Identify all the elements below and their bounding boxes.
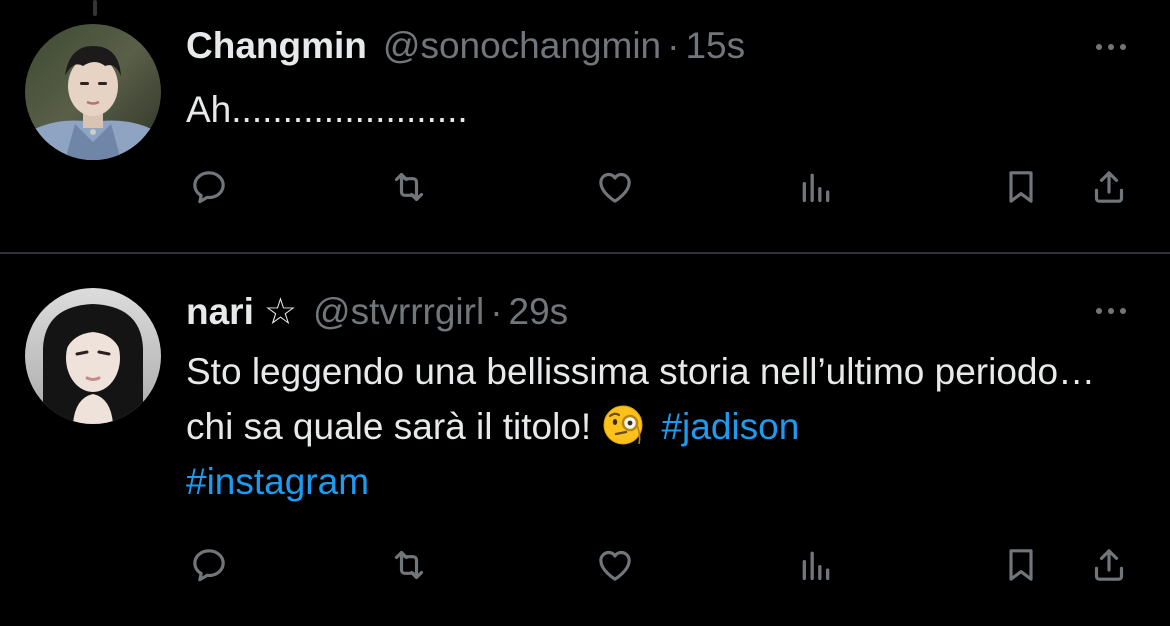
like-button[interactable] <box>590 163 640 211</box>
tweet-actions <box>184 541 1144 589</box>
tweet[interactable]: nari ☆ @stvrrrgirl · 29s Sto leggendo un… <box>0 254 1170 626</box>
separator-dot: · <box>667 25 680 66</box>
reply-button[interactable] <box>184 541 234 589</box>
retweet-button[interactable] <box>384 541 434 589</box>
reply-button[interactable] <box>184 163 234 211</box>
views-icon <box>802 173 830 202</box>
timestamp[interactable]: 15s <box>685 24 745 68</box>
reply-icon <box>193 549 225 582</box>
tweet-text: Sto leggendo una bellissima storia nell’… <box>186 344 1136 509</box>
share-button[interactable] <box>1084 541 1134 589</box>
share-icon <box>1094 171 1124 203</box>
bookmark-icon <box>1009 171 1033 203</box>
user-handle[interactable]: @sonochangmin <box>383 24 661 68</box>
retweet-icon <box>394 550 424 580</box>
reply-icon <box>193 171 225 204</box>
face-with-monocle-icon <box>601 403 657 447</box>
like-icon <box>599 550 631 581</box>
hashtag-link[interactable]: #instagram <box>186 461 369 502</box>
more-icon[interactable] <box>1096 306 1126 316</box>
bookmark-icon <box>1009 549 1033 581</box>
tweet-text: Ah....................... <box>186 89 468 130</box>
bookmark-button[interactable] <box>996 541 1046 589</box>
views-icon <box>802 551 830 580</box>
retweet-button[interactable] <box>384 163 434 211</box>
avatar[interactable] <box>25 288 161 424</box>
display-name[interactable]: nari <box>186 290 254 334</box>
like-button[interactable] <box>590 541 640 589</box>
share-icon <box>1094 549 1124 581</box>
views-button[interactable] <box>791 541 841 589</box>
tweet-actions <box>184 163 1144 211</box>
display-name[interactable]: Changmin <box>186 24 367 68</box>
share-button[interactable] <box>1084 163 1134 211</box>
timestamp[interactable]: 29s <box>509 290 569 334</box>
tweet-header: nari ☆ @stvrrrgirl · 29s <box>186 290 568 334</box>
name-badge: ☆ <box>263 291 298 332</box>
tweet-header: Changmin @sonochangmin · 15s <box>186 24 745 68</box>
bookmark-button[interactable] <box>996 163 1046 211</box>
avatar[interactable] <box>25 24 161 160</box>
separator-dot: · <box>490 291 503 332</box>
hashtag-link[interactable]: #jadison <box>661 406 799 447</box>
more-icon[interactable] <box>1096 42 1126 52</box>
tweet[interactable]: Changmin @sonochangmin · 15s Ah.........… <box>0 0 1170 252</box>
retweet-icon <box>394 172 424 202</box>
views-button[interactable] <box>791 163 841 211</box>
like-icon <box>599 172 631 203</box>
user-handle[interactable]: @stvrrrgirl <box>313 290 484 334</box>
